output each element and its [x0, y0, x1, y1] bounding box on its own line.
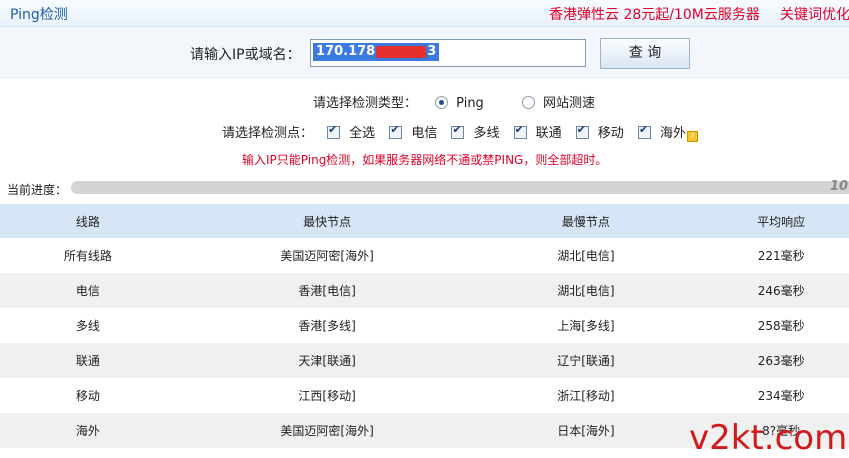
checkbox-overseas[interactable] — [637, 123, 651, 139]
radio-site-speed-label[interactable]: 网站测速 — [543, 96, 595, 111]
watermark: v2kt.com — [689, 418, 848, 458]
radio-site-speed[interactable] — [521, 96, 535, 109]
checkbox-telecom-label[interactable]: 电信 — [411, 126, 437, 141]
table-row: 多线 香港[多线] 上海[多线] 258毫秒 — [0, 308, 849, 343]
detect-type-label: 请选择检测类型： — [313, 96, 418, 111]
cell-average: 221毫秒 — [757, 249, 805, 263]
cell-slowest: 辽宁[联通] — [557, 354, 615, 368]
progress-fill — [71, 181, 849, 194]
checkbox-mobile-label[interactable]: 移动 — [598, 126, 624, 141]
progress-bar — [71, 181, 849, 194]
progress-label: 当前进度： — [7, 183, 68, 197]
cell-line: 移动 — [75, 389, 100, 403]
ip-input-value: 170.178 3 — [313, 43, 440, 61]
ip-input[interactable]: 170.178 3 — [310, 39, 586, 67]
cell-fastest: 天津[联通] — [298, 354, 356, 368]
query-button[interactable]: 查 询 — [600, 38, 690, 69]
radio-ping-label[interactable]: Ping — [456, 96, 484, 111]
table-row: 所有线路 美国迈阿密[海外] 湖北[电信] 221毫秒 — [0, 238, 849, 273]
header-line: 线路 — [75, 214, 100, 229]
checkbox-telecom[interactable] — [389, 123, 403, 139]
checkbox-all-label[interactable]: 全选 — [349, 126, 375, 141]
checkbox-all[interactable] — [327, 123, 341, 139]
cell-line: 海外 — [75, 424, 100, 438]
cell-average: 258毫秒 — [757, 319, 805, 333]
checkbox-overseas-label[interactable]: 海外 — [660, 126, 686, 141]
promo-link-cloud[interactable]: 香港弹性云 28元起/10M云服务器 — [549, 4, 760, 24]
cell-average: 234毫秒 — [757, 389, 805, 403]
cell-line: 所有线路 — [63, 249, 112, 263]
table-row: 移动 江西[移动] 浙江[移动] 234毫秒 — [0, 378, 849, 413]
promo-link-seo[interactable]: 关键词优化 — [780, 4, 849, 24]
cell-line: 多线 — [75, 319, 100, 333]
results-table: 线路 最快节点 最慢节点 平均响应 所有线路 美国迈阿密[海外] 湖北[电信] … — [0, 204, 849, 448]
progress-value: 10 — [830, 179, 849, 194]
page-title[interactable]: Ping检测 — [10, 4, 68, 24]
search-row: 请输入IP或域名： 170.178 3 查 询 — [0, 27, 849, 78]
checkbox-unicom-label[interactable]: 联通 — [536, 126, 562, 141]
cell-average: 246毫秒 — [757, 284, 805, 298]
cell-slowest: 日本[海外] — [557, 424, 615, 438]
cell-fastest: 美国迈阿密[海外] — [280, 249, 374, 263]
detect-nodes-row: 请选择检测点： 全选 电信 多线 联通 移动 海外? — [222, 122, 698, 142]
table-row: 电信 香港[电信] 湖北[电信] 246毫秒 — [0, 273, 849, 308]
cell-fastest: 美国迈阿密[海外] — [280, 424, 374, 438]
cell-line: 联通 — [75, 354, 100, 368]
header-average: 平均响应 — [757, 214, 806, 229]
cell-line: 电信 — [75, 284, 100, 298]
cell-slowest: 浙江[移动] — [557, 389, 615, 403]
cell-slowest: 湖北[电信] — [557, 249, 615, 263]
ip-input-label: 请输入IP或域名： — [190, 47, 301, 63]
cell-average: 263毫秒 — [757, 354, 805, 368]
cell-slowest: 湖北[电信] — [557, 284, 615, 298]
radio-ping[interactable] — [435, 96, 449, 109]
checkbox-multiline-label[interactable]: 多线 — [473, 126, 499, 141]
checkbox-multiline[interactable] — [451, 123, 465, 139]
header-slowest: 最慢节点 — [561, 214, 610, 229]
table-header: 线路 最快节点 最慢节点 平均响应 — [0, 204, 849, 238]
redaction-mark — [376, 45, 427, 58]
help-icon[interactable]: ? — [686, 131, 698, 142]
cell-slowest: 上海[多线] — [557, 319, 615, 333]
detect-type-row: 请选择检测类型： Ping 网站测速 — [313, 92, 595, 111]
warning-text: 输入IP只能Ping检测，如果服务器网络不通或禁PING，则全部超时。 — [242, 153, 608, 167]
cell-fastest: 香港[多线] — [298, 319, 356, 333]
top-bar: Ping检测 香港弹性云 28元起/10M云服务器 关键词优化 — [0, 0, 849, 27]
checkbox-mobile[interactable] — [575, 123, 589, 139]
checkbox-unicom[interactable] — [513, 123, 527, 139]
table-row: 联通 天津[联通] 辽宁[联通] 263毫秒 — [0, 343, 849, 378]
detect-nodes-label: 请选择检测点： — [222, 126, 314, 141]
header-fastest: 最快节点 — [303, 214, 352, 229]
cell-fastest: 江西[移动] — [298, 389, 356, 403]
cell-fastest: 香港[电信] — [298, 284, 356, 298]
